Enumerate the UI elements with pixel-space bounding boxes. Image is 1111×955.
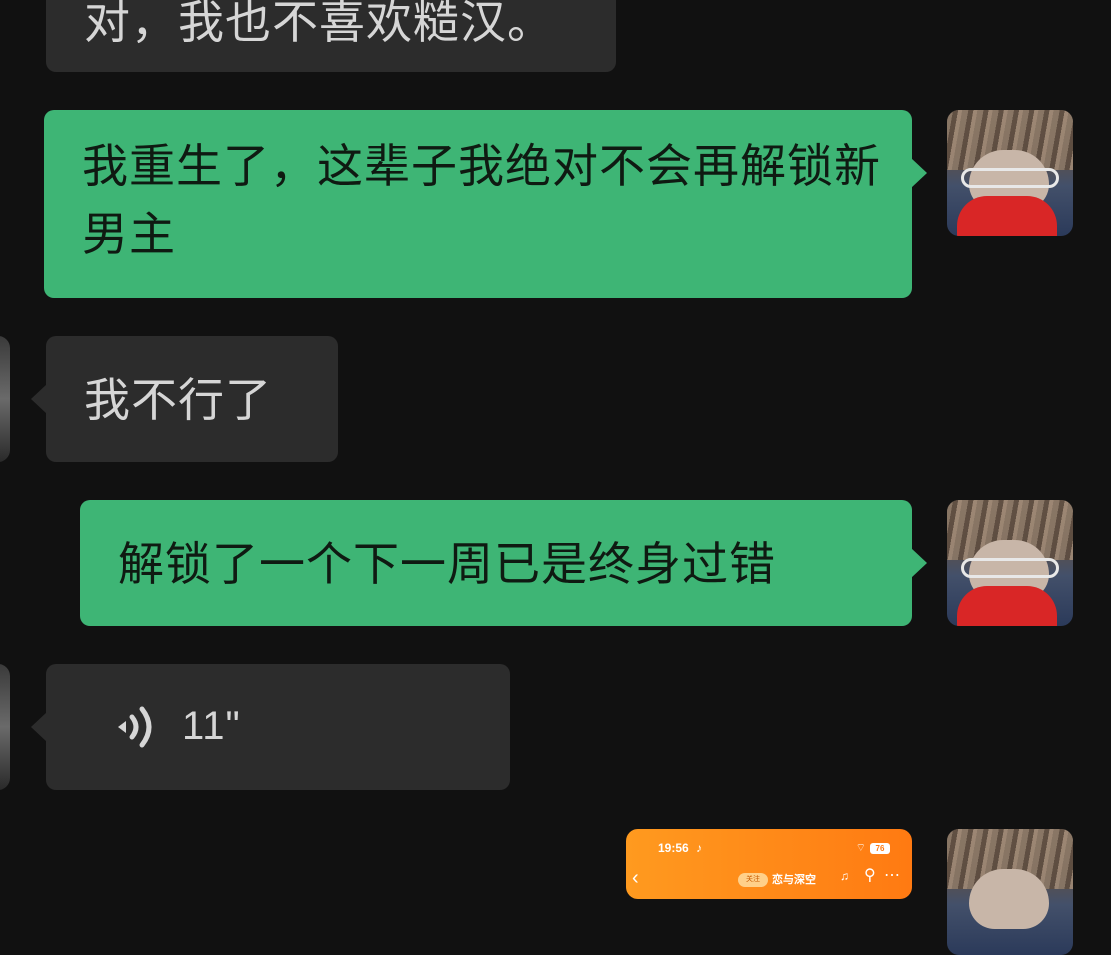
message-text: 对，我也不喜欢糙汉。 [84,0,554,49]
message-text: 我不行了 [84,373,272,427]
bubble-tail [31,712,47,742]
message-bubble-incoming[interactable]: 我不行了 [46,336,338,462]
avatar-glasses [961,168,1059,188]
voice-duration: 11" [182,704,241,748]
headphones-icon: ♫ [840,869,849,883]
self-avatar[interactable] [947,829,1073,955]
message-bubble-outgoing[interactable]: 我重生了，这辈子我绝对不会再解锁新男主 [44,110,912,298]
more-icon: ⋯ [884,867,900,884]
battery-indicator: 76 [870,843,890,854]
image-message-thumbnail[interactable]: 19:56 ♪ ⌔ 76 ‹ 关注 恋与深空 ♫ ⚲ ⋯ [626,829,912,899]
bubble-tail [31,384,47,414]
voice-message-bubble[interactable]: 11" [46,664,510,790]
search-icon: ⚲ [864,867,876,884]
avatar-glasses [961,558,1059,578]
self-avatar[interactable] [947,500,1073,626]
message-text: 解锁了一个下一周已是终身过错 [118,537,776,591]
voice-wave-icon [118,706,152,748]
follow-chip: 关注 [738,873,768,887]
bell-icon: ♪ [696,841,702,855]
self-avatar[interactable] [947,110,1073,236]
peer-avatar[interactable] [0,336,10,462]
message-text: 我重生了，这辈子我绝对不会再解锁新男主 [82,139,881,261]
avatar-face [969,869,1049,929]
avatar-shirt [957,586,1057,626]
peer-avatar[interactable] [0,664,10,790]
bubble-tail [911,548,927,578]
message-bubble-outgoing[interactable]: 解锁了一个下一周已是终身过错 [80,500,912,626]
message-bubble-incoming[interactable]: 对，我也不喜欢糙汉。 [46,0,616,72]
wifi-icon: ⌔ [855,842,866,854]
avatar-shirt [957,196,1057,236]
status-time: 19:56 [658,841,689,855]
shot-title: 恋与深空 [772,874,816,886]
bubble-tail [911,158,927,188]
